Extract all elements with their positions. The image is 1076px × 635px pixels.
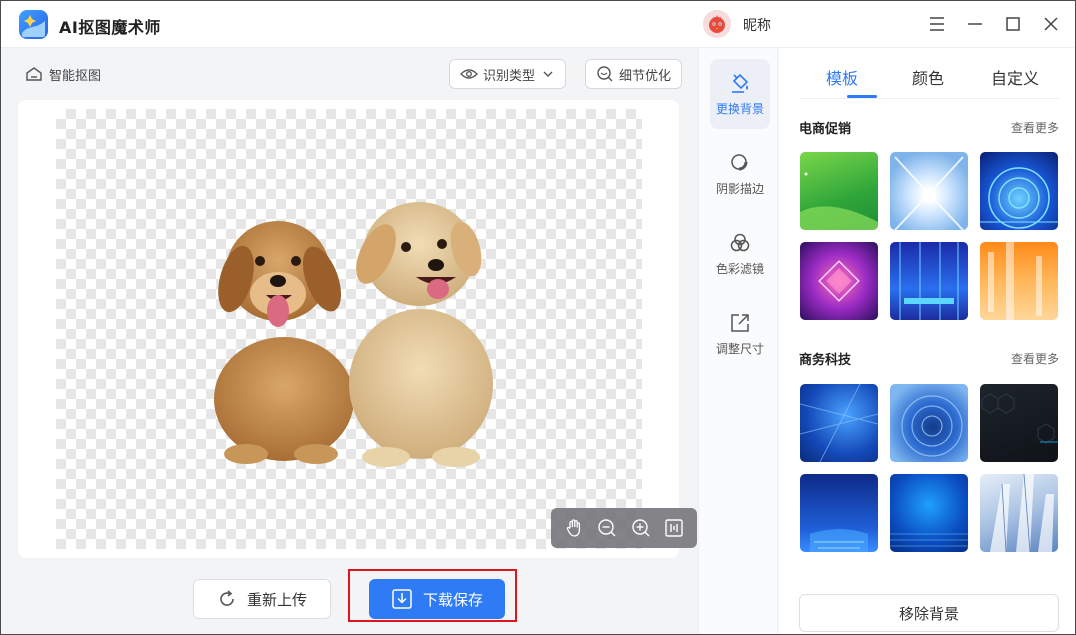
minimize-icon[interactable] [964, 13, 986, 35]
recognize-type-label: 识别类型 [483, 68, 536, 84]
home-icon [26, 67, 42, 81]
chevron-down-icon [543, 71, 553, 77]
zoom-toolbar [551, 508, 697, 548]
refine-button[interactable]: 细节优化 [585, 59, 683, 89]
username[interactable]: 昵称 [743, 15, 771, 35]
recognize-type-dropdown[interactable]: 识别类型 [449, 59, 567, 89]
active-tab-indicator [847, 95, 877, 98]
color-filter-icon [730, 233, 750, 251]
breadcrumb[interactable]: 智能抠图 [25, 64, 101, 84]
tool-change-background[interactable]: 更换背景 [710, 59, 770, 129]
canvas-card [18, 100, 697, 558]
template-thumbnail[interactable] [800, 474, 878, 552]
app-logo-icon [19, 10, 48, 39]
zoom-in-icon[interactable] [629, 516, 653, 540]
section-title-business: 商务科技 [799, 353, 852, 368]
tab-custom[interactable]: 自定义 [991, 65, 1039, 89]
template-thumbnail[interactable] [800, 384, 878, 462]
side-toolbar: 更换背景 阴影描边 色彩滤镜 调整尺寸 [698, 48, 778, 634]
tool-label: 调整尺寸 [715, 341, 764, 356]
breadcrumb-label: 智能抠图 [49, 68, 102, 84]
template-thumbnail[interactable] [890, 384, 968, 462]
section-title-ecommerce: 电商促销 [799, 122, 852, 137]
see-more-business[interactable]: 查看更多 [1011, 350, 1059, 367]
resize-icon [731, 313, 749, 332]
template-thumbnail[interactable] [800, 242, 878, 320]
menu-icon[interactable] [926, 13, 948, 35]
template-thumbnail[interactable] [980, 474, 1058, 552]
template-thumbnail[interactable] [890, 474, 968, 552]
magnifier-detail-icon [597, 66, 613, 82]
see-more-ecommerce[interactable]: 查看更多 [1011, 119, 1059, 136]
template-thumbnail[interactable] [980, 384, 1058, 462]
template-thumbnail[interactable] [890, 152, 968, 230]
eye-icon [460, 69, 478, 79]
work-area: 智能抠图 识别类型 细节优化 重新上传 下载保存 [1, 48, 698, 634]
tool-resize[interactable]: 调整尺寸 [710, 299, 770, 369]
template-thumbnail[interactable] [980, 242, 1058, 320]
app-title: AI抠图魔术师 [59, 18, 161, 37]
tool-label: 色彩滤镜 [715, 261, 764, 276]
tab-bar: 模板 颜色 自定义 [799, 48, 1059, 99]
tool-shadow-stroke[interactable]: 阴影描边 [710, 139, 770, 209]
avatar-icon [703, 10, 731, 38]
tab-color[interactable]: 颜色 [912, 65, 944, 89]
tab-template[interactable]: 模板 [826, 65, 858, 89]
fit-icon[interactable] [662, 516, 686, 540]
background-panel: 模板 颜色 自定义 电商促销 查看更多 商务科技 查看更多 移除背景 [779, 48, 1075, 634]
close-icon[interactable] [1040, 13, 1062, 35]
reupload-label: 重新上传 [246, 590, 307, 609]
download-button[interactable]: 下载保存 [369, 579, 505, 619]
title-bar: AI抠图魔术师 昵称 [1, 1, 1075, 48]
template-thumbnail[interactable] [890, 242, 968, 320]
download-label: 下载保存 [422, 590, 483, 609]
zoom-out-icon[interactable] [595, 516, 619, 540]
refresh-icon [220, 590, 234, 606]
tool-label: 阴影描边 [715, 181, 764, 196]
reupload-button[interactable]: 重新上传 [193, 579, 331, 619]
remove-background-button[interactable]: 移除背景 [799, 594, 1059, 632]
tool-color-filter[interactable]: 色彩滤镜 [710, 219, 770, 289]
maximize-icon[interactable] [1002, 13, 1024, 35]
shadow-stroke-icon [731, 153, 748, 170]
refine-label: 细节优化 [619, 68, 672, 84]
transparent-canvas[interactable] [56, 109, 697, 549]
app-window: AI抠图魔术师 昵称 智能抠图 识别类型 细节优化 重新上传 下载保存 更换背景… [0, 0, 1076, 635]
template-thumbnail[interactable] [800, 152, 878, 230]
tool-label: 更换背景 [715, 101, 764, 116]
cutout-puppies-image [214, 202, 493, 467]
download-icon [392, 589, 412, 609]
avatar[interactable] [703, 10, 731, 38]
paint-bucket-icon [732, 73, 749, 93]
template-thumbnail[interactable] [980, 152, 1058, 230]
hand-icon[interactable] [562, 516, 586, 540]
